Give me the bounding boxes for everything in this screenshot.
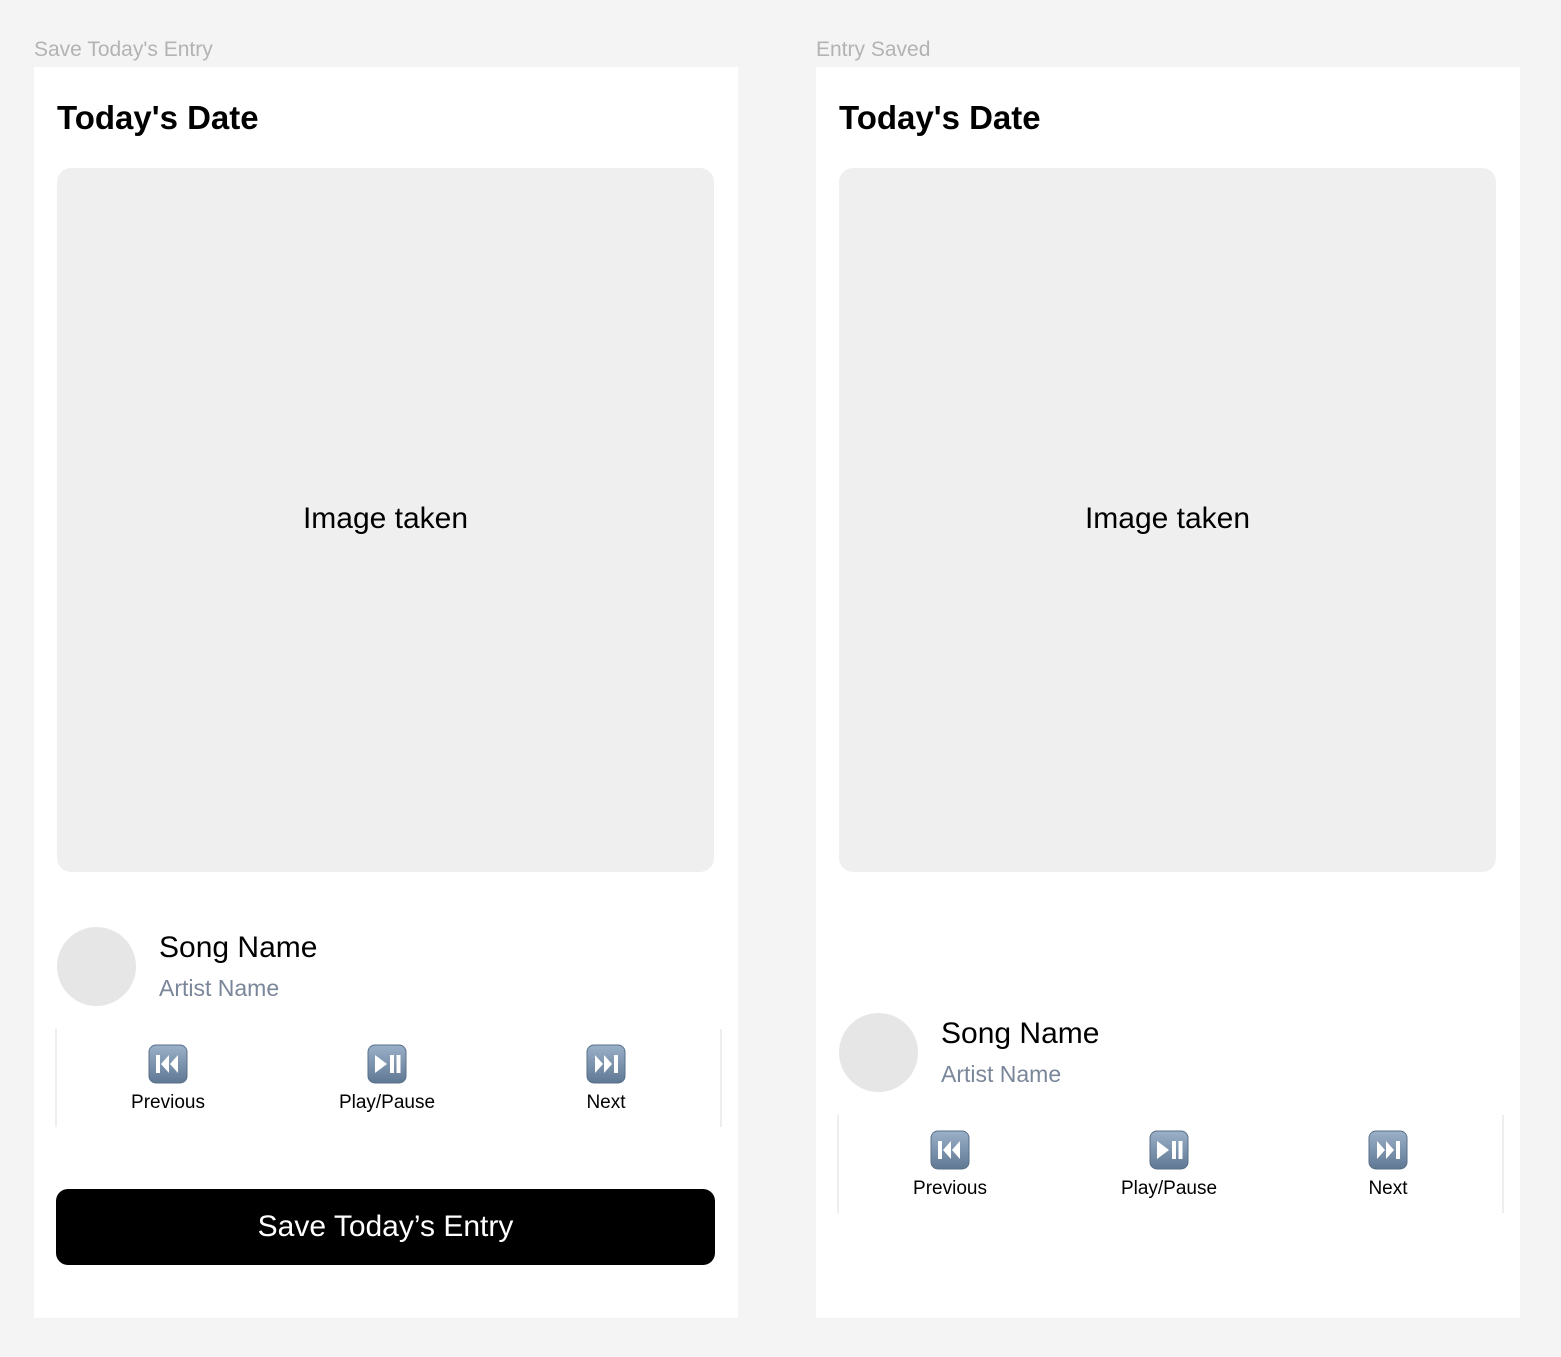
previous-button[interactable]: Previous xyxy=(875,1130,1025,1200)
entry-saved-screen: Today's Date Image taken Song Name Artis… xyxy=(816,67,1520,1318)
page-title: Today's Date xyxy=(839,99,1041,136)
next-button[interactable]: Next xyxy=(1313,1130,1463,1200)
play-pause-label: Play/Pause xyxy=(1120,1178,1218,1199)
image-placeholder[interactable]: Image taken xyxy=(57,168,714,872)
previous-button[interactable]: Previous xyxy=(93,1044,243,1114)
previous-track-icon xyxy=(930,1130,970,1170)
song-name: Song Name xyxy=(941,1017,1100,1050)
artist-name: Artist Name xyxy=(159,975,280,1001)
now-playing: Song Name Artist Name xyxy=(57,927,714,1007)
frame-label-save-entry: Save Today's Entry xyxy=(34,38,213,61)
play-pause-button[interactable]: Play/Pause xyxy=(1094,1130,1244,1200)
image-placeholder-label: Image taken xyxy=(302,502,469,535)
page-title: Today's Date xyxy=(57,99,259,136)
song-name: Song Name xyxy=(159,931,318,964)
next-label: Next xyxy=(586,1092,626,1113)
next-track-icon xyxy=(1368,1130,1408,1170)
next-button[interactable]: Next xyxy=(531,1044,681,1114)
play-pause-label: Play/Pause xyxy=(338,1092,436,1113)
image-placeholder[interactable]: Image taken xyxy=(839,168,1496,872)
frame-label-entry-saved: Entry Saved xyxy=(816,38,931,61)
play-pause-icon xyxy=(1149,1130,1189,1170)
next-track-icon xyxy=(586,1044,626,1084)
previous-track-icon xyxy=(148,1044,188,1084)
save-entry-button[interactable]: Save Today’s Entry xyxy=(56,1189,715,1265)
previous-label: Previous xyxy=(913,1178,987,1199)
image-placeholder-label: Image taken xyxy=(1084,502,1251,535)
play-pause-button[interactable]: Play/Pause xyxy=(312,1044,462,1114)
playback-controls: Previous Play/Pause Next xyxy=(837,1115,1504,1213)
play-pause-icon xyxy=(367,1044,407,1084)
playback-controls: Previous Play/Pause Next xyxy=(55,1029,722,1127)
save-entry-screen: Today's Date Image taken Song Name Artis… xyxy=(34,67,738,1318)
previous-label: Previous xyxy=(131,1092,205,1113)
album-art xyxy=(57,927,136,1006)
album-art xyxy=(839,1013,918,1092)
artist-name: Artist Name xyxy=(941,1061,1062,1087)
next-label: Next xyxy=(1368,1178,1408,1199)
now-playing: Song Name Artist Name xyxy=(839,1013,1496,1093)
